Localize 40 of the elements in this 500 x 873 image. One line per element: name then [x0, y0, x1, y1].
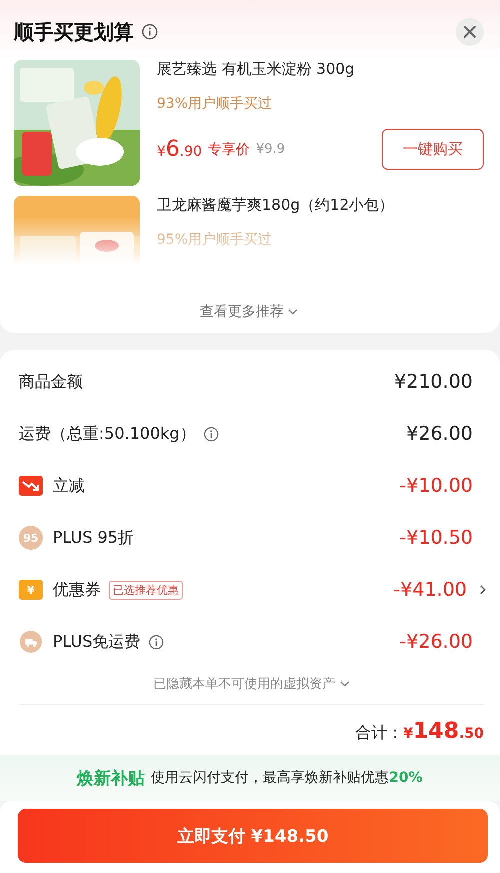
more-link[interactable]: 查看更多推荐	[200, 303, 284, 321]
coupon-tag: 已选推荐优惠	[109, 580, 183, 600]
product-price: ¥6.90	[157, 137, 202, 162]
price-drop-icon	[19, 475, 43, 497]
row-label: 立减	[53, 476, 85, 496]
info-icon[interactable]	[204, 426, 219, 442]
info-icon[interactable]	[148, 634, 164, 650]
banner-title: 焕新补贴	[77, 768, 146, 790]
product-name[interactable]: 卫龙麻酱魔芋爽180g（约12小包）	[157, 196, 484, 215]
total-amount: ¥148.50	[404, 719, 484, 744]
row-label: 运费（总重:50.100kg）	[19, 424, 196, 444]
price-label: 专享价	[208, 140, 250, 158]
chevron-right-icon[interactable]	[480, 585, 486, 595]
hidden-assets-note[interactable]: 已隐藏本单不可使用的虚拟资产	[154, 675, 336, 693]
row-value: -¥10.00	[400, 475, 473, 497]
chevron-down-icon	[288, 309, 298, 315]
row-label: PLUS 95折	[53, 528, 134, 548]
info-icon[interactable]	[142, 24, 158, 40]
row-value: -¥41.00	[394, 579, 467, 601]
row-label: PLUS免运费	[53, 632, 141, 652]
buy-rate: 95%用户顺手买过	[157, 231, 274, 249]
original-price: ¥9.9	[256, 142, 286, 157]
buy-rate: 93%用户顺手买过	[157, 95, 274, 113]
row-value: ¥210.00	[394, 371, 473, 393]
buy-button[interactable]: 一键购买	[382, 129, 484, 170]
row-label: 商品金额	[19, 372, 83, 392]
coupon-badge: ¥	[19, 580, 43, 600]
close-icon[interactable]	[456, 18, 484, 46]
discount-badge: 95	[19, 526, 43, 550]
truck-icon	[19, 631, 43, 653]
row-label: 优惠券	[53, 580, 101, 600]
banner-text: 使用云闪付支付，最高享焕新补贴优惠20%	[151, 769, 423, 787]
section-title: 顺手买更划算	[14, 18, 134, 46]
product-name[interactable]: 展艺臻选 有机玉米淀粉 300g	[157, 60, 484, 79]
chevron-down-icon	[340, 681, 350, 687]
row-value: -¥26.00	[400, 631, 473, 653]
row-value: -¥10.50	[400, 527, 473, 549]
pay-button[interactable]: 立即支付 ¥148.50	[18, 809, 488, 863]
total-label: 合计：	[356, 723, 404, 744]
row-value: ¥26.00	[406, 423, 473, 445]
